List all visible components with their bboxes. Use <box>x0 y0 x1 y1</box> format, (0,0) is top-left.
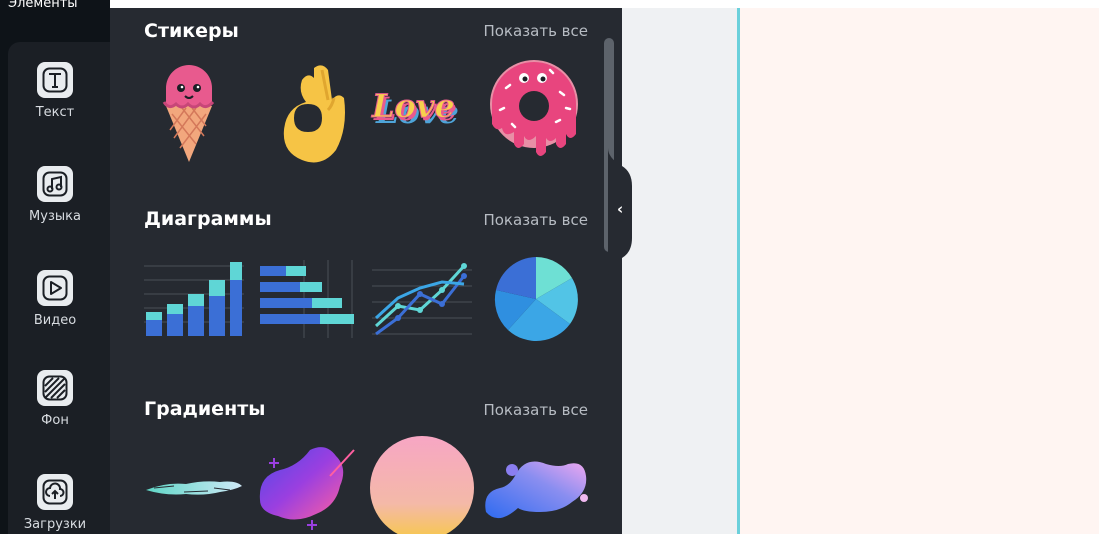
gradient-brush-stroke[interactable] <box>144 470 244 502</box>
rail-item-text[interactable]: Текст <box>0 62 110 120</box>
design-page[interactable] <box>740 8 1099 534</box>
chart-horizontal-bars[interactable] <box>260 260 360 338</box>
rail-item-music[interactable]: Музыка <box>0 166 110 224</box>
gradient-blob-blue[interactable] <box>484 452 590 526</box>
rail-item-background[interactable]: Фон <box>0 370 110 428</box>
love-text: Love <box>371 87 455 125</box>
page-edge-guide <box>737 8 740 534</box>
chart-line[interactable] <box>372 260 472 338</box>
rail-item-uploads[interactable]: Загрузки <box>0 474 110 532</box>
rail-item-label: Видео <box>33 313 77 328</box>
rail-item-video[interactable]: Видео <box>0 270 110 328</box>
background-icon <box>37 370 73 406</box>
section-title-gradients: Градиенты <box>144 398 266 420</box>
gradient-circle-peach[interactable] <box>370 436 474 534</box>
elements-panel: Стикеры Показать все Love Love Love Диаг… <box>110 8 622 534</box>
sticker-ok-hand[interactable] <box>274 58 350 166</box>
rail-item-label: Текст <box>35 105 75 120</box>
music-icon <box>37 166 73 202</box>
rail-item-label: Загрузки <box>23 517 87 532</box>
text-icon <box>37 62 73 98</box>
editor-root: Элементы Текст Музыка Видео Фон Загрузки… <box>0 0 1099 534</box>
section-title-charts: Диаграммы <box>144 208 272 230</box>
rail-item-elements-label: Элементы <box>8 0 78 11</box>
gradient-blob-purple[interactable] <box>256 446 360 534</box>
chart-pie[interactable] <box>494 256 578 342</box>
rail-item-label: Фон <box>41 413 69 428</box>
rail-active-tab[interactable]: Элементы <box>0 0 110 42</box>
chart-vertical-bars[interactable] <box>144 260 244 338</box>
sticker-ice-cream[interactable] <box>158 58 220 164</box>
rail-item-label: Музыка <box>29 209 81 224</box>
show-all-charts-link[interactable]: Показать все <box>483 211 588 229</box>
show-all-gradients-link[interactable]: Показать все <box>483 401 588 419</box>
chevron-left-icon: ‹ <box>617 200 624 218</box>
side-rail: Элементы Текст Музыка Видео Фон Загрузки <box>0 0 110 534</box>
upload-icon <box>37 474 73 510</box>
section-title-stickers: Стикеры <box>144 20 239 42</box>
video-icon <box>37 270 73 306</box>
top-strip <box>110 0 1099 8</box>
sticker-donut[interactable] <box>490 58 580 158</box>
sticker-love-lettering[interactable]: Love Love Love <box>370 86 470 138</box>
show-all-stickers-link[interactable]: Показать все <box>483 22 588 40</box>
collapse-panel-handle[interactable] <box>608 148 648 276</box>
